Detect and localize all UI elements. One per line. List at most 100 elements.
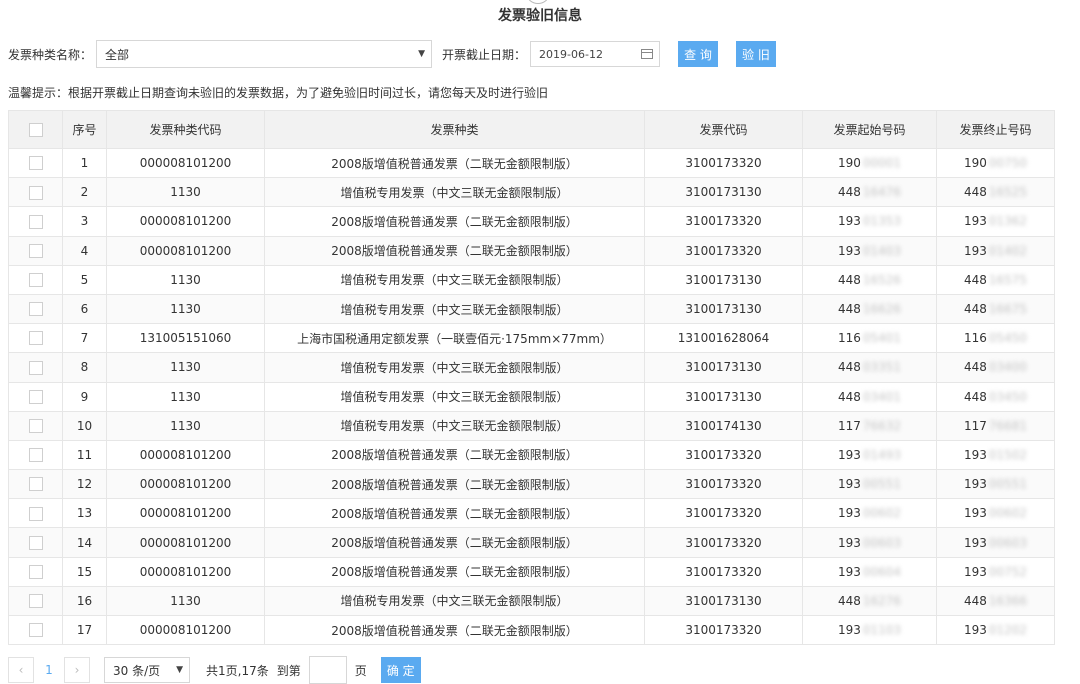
table-row[interactable]: 2 1130 增值税专用发票（中文三联无金额限制版） 3100173130 448 164…: [8, 177, 1055, 208]
row-checkbox[interactable]: [28, 419, 43, 434]
start-no-blurred: 00602: [862, 506, 902, 521]
table-row[interactable]: 1 000008101200 2008版增值税普通发票（二联无金额限制版） 31001…: [8, 147, 1055, 179]
row-checkbox[interactable]: [28, 360, 43, 375]
start-no-prefix: 193: [837, 243, 861, 258]
table-row[interactable]: 7 131005151060 上海市国税通用定额发票（一联壹佰元·175mm×77m…: [8, 323, 1055, 354]
invoice-type-select[interactable]: 全部 ▼: [96, 40, 433, 68]
table-row[interactable]: 16 1130 增值税专用发票（中文三联无金额限制版） 3100173130 448 16…: [8, 585, 1055, 617]
table-row[interactable]: 4 000008101200 2008版增值税普通发票（二联无金额限制版） 31001…: [8, 235, 1055, 266]
table-row[interactable]: 11 000008101200 2008版增值税普通发票（二联无金额限制版） 3100…: [8, 439, 1055, 471]
type-name-cell: 2008版增值税普通发票（二联无金额限制版）: [264, 527, 645, 558]
start-no-cell: 448 16476: [802, 177, 937, 208]
start-no-prefix: 448: [837, 272, 861, 287]
start-no-blurred: 00001: [862, 156, 902, 171]
invoice-code-cell: 131001628064: [644, 323, 803, 354]
seq-cell: 13: [62, 498, 107, 529]
row-checkbox[interactable]: [28, 331, 43, 346]
row-checkbox[interactable]: [28, 448, 43, 463]
start-no-cell: 193 00602: [802, 498, 937, 529]
end-no-blurred: 05450: [988, 331, 1028, 346]
start-no-prefix: 193: [837, 564, 861, 579]
end-date-input[interactable]: 2019-06-12: [530, 41, 661, 67]
row-checkbox[interactable]: [28, 273, 43, 288]
type-name-cell: 2008版增值税普通发票（二联无金额限制版）: [264, 469, 645, 500]
type-code-cell: 000008101200: [106, 235, 265, 266]
calendar-icon[interactable]: [641, 49, 654, 59]
row-select-cell: [8, 556, 63, 587]
type-code-cell: 000008101200: [106, 439, 265, 471]
type-name-cell: 增值税专用发票（中文三联无金额限制版）: [264, 585, 645, 617]
row-checkbox[interactable]: [28, 214, 43, 229]
table-row[interactable]: 15 000008101200 2008版增值税普通发票（二联无金额限制版） 3100…: [8, 556, 1055, 587]
type-code-cell: 000008101200: [106, 614, 265, 646]
page-size-select[interactable]: 30 条/页 ▼: [104, 657, 190, 683]
type-code-cell: 000008101200: [106, 498, 265, 529]
row-checkbox[interactable]: [28, 156, 43, 171]
row-checkbox[interactable]: [28, 594, 43, 609]
row-checkbox[interactable]: [28, 243, 43, 258]
type-code-cell: 1130: [106, 585, 265, 617]
start-no-prefix: 193: [837, 623, 861, 638]
table-row[interactable]: 13 000008101200 2008版增值税普通发票（二联无金额限制版） 3100…: [8, 498, 1055, 529]
table-row[interactable]: 9 1130 增值税专用发票（中文三联无金额限制版） 3100173130 448 034…: [8, 381, 1055, 412]
row-checkbox[interactable]: [28, 389, 43, 404]
prev-page-button[interactable]: ‹: [8, 657, 34, 683]
table-row[interactable]: 10 1130 增值税专用发票（中文三联无金额限制版） 3100174130 117 76…: [8, 410, 1055, 441]
end-no-blurred: 16575: [988, 272, 1028, 287]
goto-confirm-button[interactable]: 确 定: [380, 657, 421, 683]
next-page-button[interactable]: ›: [64, 657, 90, 683]
type-code-cell: 000008101200: [106, 527, 265, 558]
seq-cell: 9: [62, 381, 107, 412]
row-checkbox[interactable]: [28, 535, 43, 550]
type-name-cell: 2008版增值税普通发票（二联无金额限制版）: [264, 206, 645, 237]
start-no-cell: 193 00604: [802, 556, 937, 587]
table-row[interactable]: 8 1130 增值税专用发票（中文三联无金额限制版） 3100173130 448 033…: [8, 352, 1055, 383]
table-row[interactable]: 17 000008101200 2008版增值税普通发票（二联无金额限制版） 3100…: [8, 614, 1055, 646]
seq-cell: 16: [62, 585, 107, 617]
current-page[interactable]: 1: [34, 663, 64, 677]
check-old-button[interactable]: 验 旧: [736, 41, 777, 67]
invoice-type-value: 全部: [105, 47, 130, 62]
type-name-cell: 增值税专用发票（中文三联无金额限制版）: [264, 410, 645, 441]
start-no-cell: 193 00551: [802, 469, 937, 500]
row-checkbox[interactable]: [28, 506, 43, 521]
seq-cell: 1: [62, 147, 107, 179]
header-type-code: 发票种类代码: [106, 110, 265, 149]
row-checkbox[interactable]: [28, 564, 43, 579]
header-invoice-code: 发票代码: [644, 110, 803, 149]
goto-page-input[interactable]: [308, 656, 347, 684]
end-no-cell: 448 16366: [936, 585, 1055, 617]
table-row[interactable]: 3 000008101200 2008版增值税普通发票（二联无金额限制版） 31001…: [8, 206, 1055, 237]
type-name-cell: 增值税专用发票（中文三联无金额限制版）: [264, 293, 645, 325]
query-button[interactable]: 查 询: [678, 41, 719, 67]
table-row[interactable]: 5 1130 增值税专用发票（中文三联无金额限制版） 3100173130 448 165…: [8, 264, 1055, 295]
table-row[interactable]: 12 000008101200 2008版增值税普通发票（二联无金额限制版） 3100…: [8, 469, 1055, 500]
type-name-cell: 增值税专用发票（中文三联无金额限制版）: [264, 381, 645, 412]
table-row[interactable]: 14 000008101200 2008版增值税普通发票（二联无金额限制版） 3100…: [8, 527, 1055, 558]
select-all-checkbox[interactable]: [28, 122, 43, 137]
end-no-cell: 193 01202: [936, 614, 1055, 646]
end-no-prefix: 448: [963, 185, 987, 200]
type-code-cell: 000008101200: [106, 206, 265, 237]
invoice-code-cell: 3100173320: [644, 614, 803, 646]
start-no-blurred: 03351: [862, 360, 902, 375]
row-checkbox[interactable]: [28, 302, 43, 317]
type-name-cell: 上海市国税通用定额发票（一联壹佰元·175mm×77mm）: [264, 323, 645, 354]
table-row[interactable]: 6 1130 增值税专用发票（中文三联无金额限制版） 3100173130 448 166…: [8, 293, 1055, 325]
end-no-cell: 193 00602: [936, 498, 1055, 529]
end-no-blurred: 16366: [988, 593, 1028, 608]
start-no-cell: 448 03401: [802, 381, 937, 412]
invoice-code-cell: 3100173320: [644, 498, 803, 529]
row-checkbox[interactable]: [28, 623, 43, 638]
start-no-prefix: 448: [837, 360, 861, 375]
row-select-cell: [8, 381, 63, 412]
row-checkbox[interactable]: [28, 185, 43, 200]
row-checkbox[interactable]: [28, 477, 43, 492]
type-code-cell: 1130: [106, 381, 265, 412]
end-no-prefix: 193: [963, 535, 987, 550]
pagination: ‹ 1 › 30 条/页 ▼ 共1页,17条 到第 页 确 定: [8, 656, 421, 684]
invoice-code-cell: 3100173130: [644, 381, 803, 412]
end-no-blurred: 01502: [988, 447, 1028, 462]
end-no-blurred: 01202: [988, 623, 1028, 638]
type-name-cell: 2008版增值税普通发票（二联无金额限制版）: [264, 235, 645, 266]
